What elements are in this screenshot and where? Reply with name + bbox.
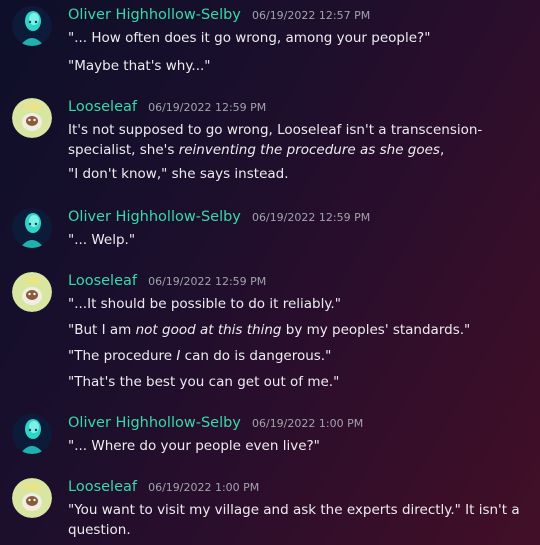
message-content: Looseleaf 06/19/2022 1:00 PM "You want t… [68,476,534,540]
timestamp: 06/19/2022 12:59 PM [148,101,267,114]
message-header: Oliver Highhollow-Selby 06/19/2022 12:57… [68,4,534,24]
username[interactable]: Looseleaf [68,273,137,289]
timestamp: 06/19/2022 1:00 PM [148,481,260,494]
leaf-creature-avatar-icon[interactable] [12,478,52,518]
teal-humanoid-avatar-icon[interactable] [12,6,52,46]
text-run: can do is dangerous." [180,348,332,364]
italic-text: not good at this thing [135,322,282,338]
chat-log: Oliver Highhollow-Selby 06/19/2022 12:57… [0,0,540,545]
text-run: by my peoples' standards." [281,322,471,338]
timestamp: 06/19/2022 12:59 PM [251,211,371,224]
italic-text: reinventing the procedure as she goes [178,142,440,158]
teal-humanoid-avatar-icon[interactable] [12,414,52,454]
username[interactable]: Oliver Highhollow-Selby [68,415,241,431]
teal-humanoid-avatar-icon[interactable] [12,208,52,248]
message-content: Looseleaf 06/19/2022 12:59 PM It's not s… [68,96,534,184]
message-header: Oliver Highhollow-Selby 06/19/2022 12:59… [68,206,534,226]
message-content: Oliver Highhollow-Selby 06/19/2022 12:59… [68,206,534,250]
message-content: Oliver Highhollow-Selby 06/19/2022 12:57… [68,4,534,76]
timestamp: 06/19/2022 12:57 PM [251,9,371,22]
message-line: "... How often does it go wrong, among y… [68,30,431,46]
text-run: "But I am [68,322,136,338]
message-header: Looseleaf 06/19/2022 1:00 PM [68,476,534,496]
message-line: "Maybe that's why..." [68,58,211,74]
leaf-creature-avatar-icon[interactable] [12,98,52,138]
message-header: Oliver Highhollow-Selby 06/19/2022 1:00 … [68,412,534,432]
message-line: "You want to visit my village and ask th… [68,502,520,538]
message-content: Oliver Highhollow-Selby 06/19/2022 1:00 … [68,412,534,456]
message-line: "...It should be possible to do it relia… [68,296,341,312]
timestamp: 06/19/2022 12:59 PM [148,275,267,288]
username[interactable]: Looseleaf [68,99,137,115]
leaf-creature-avatar-icon[interactable] [12,272,52,312]
message-header: Looseleaf 06/19/2022 12:59 PM [68,96,534,116]
message-line: "I don't know," she says instead. [68,166,289,182]
message-line: "... Welp." [68,232,136,248]
username[interactable]: Looseleaf [68,479,137,495]
message-line: It's not supposed to go wrong, Looseleaf… [68,120,534,160]
username[interactable]: Oliver Highhollow-Selby [68,209,241,225]
message-line: "... Where do your people even live?" [68,438,320,454]
message-header: Looseleaf 06/19/2022 12:59 PM [68,270,534,290]
text-run: , [439,142,445,158]
message-line: "That's the best you can get out of me." [68,374,340,390]
username[interactable]: Oliver Highhollow-Selby [68,7,241,23]
message-content: Looseleaf 06/19/2022 12:59 PM "...It sho… [68,270,534,392]
text-run: "The procedure [68,348,177,364]
message-line: "The procedure I can do is dangerous." [68,346,534,366]
timestamp: 06/19/2022 1:00 PM [251,417,364,430]
message-line: "But I am not good at this thing by my p… [68,320,534,340]
